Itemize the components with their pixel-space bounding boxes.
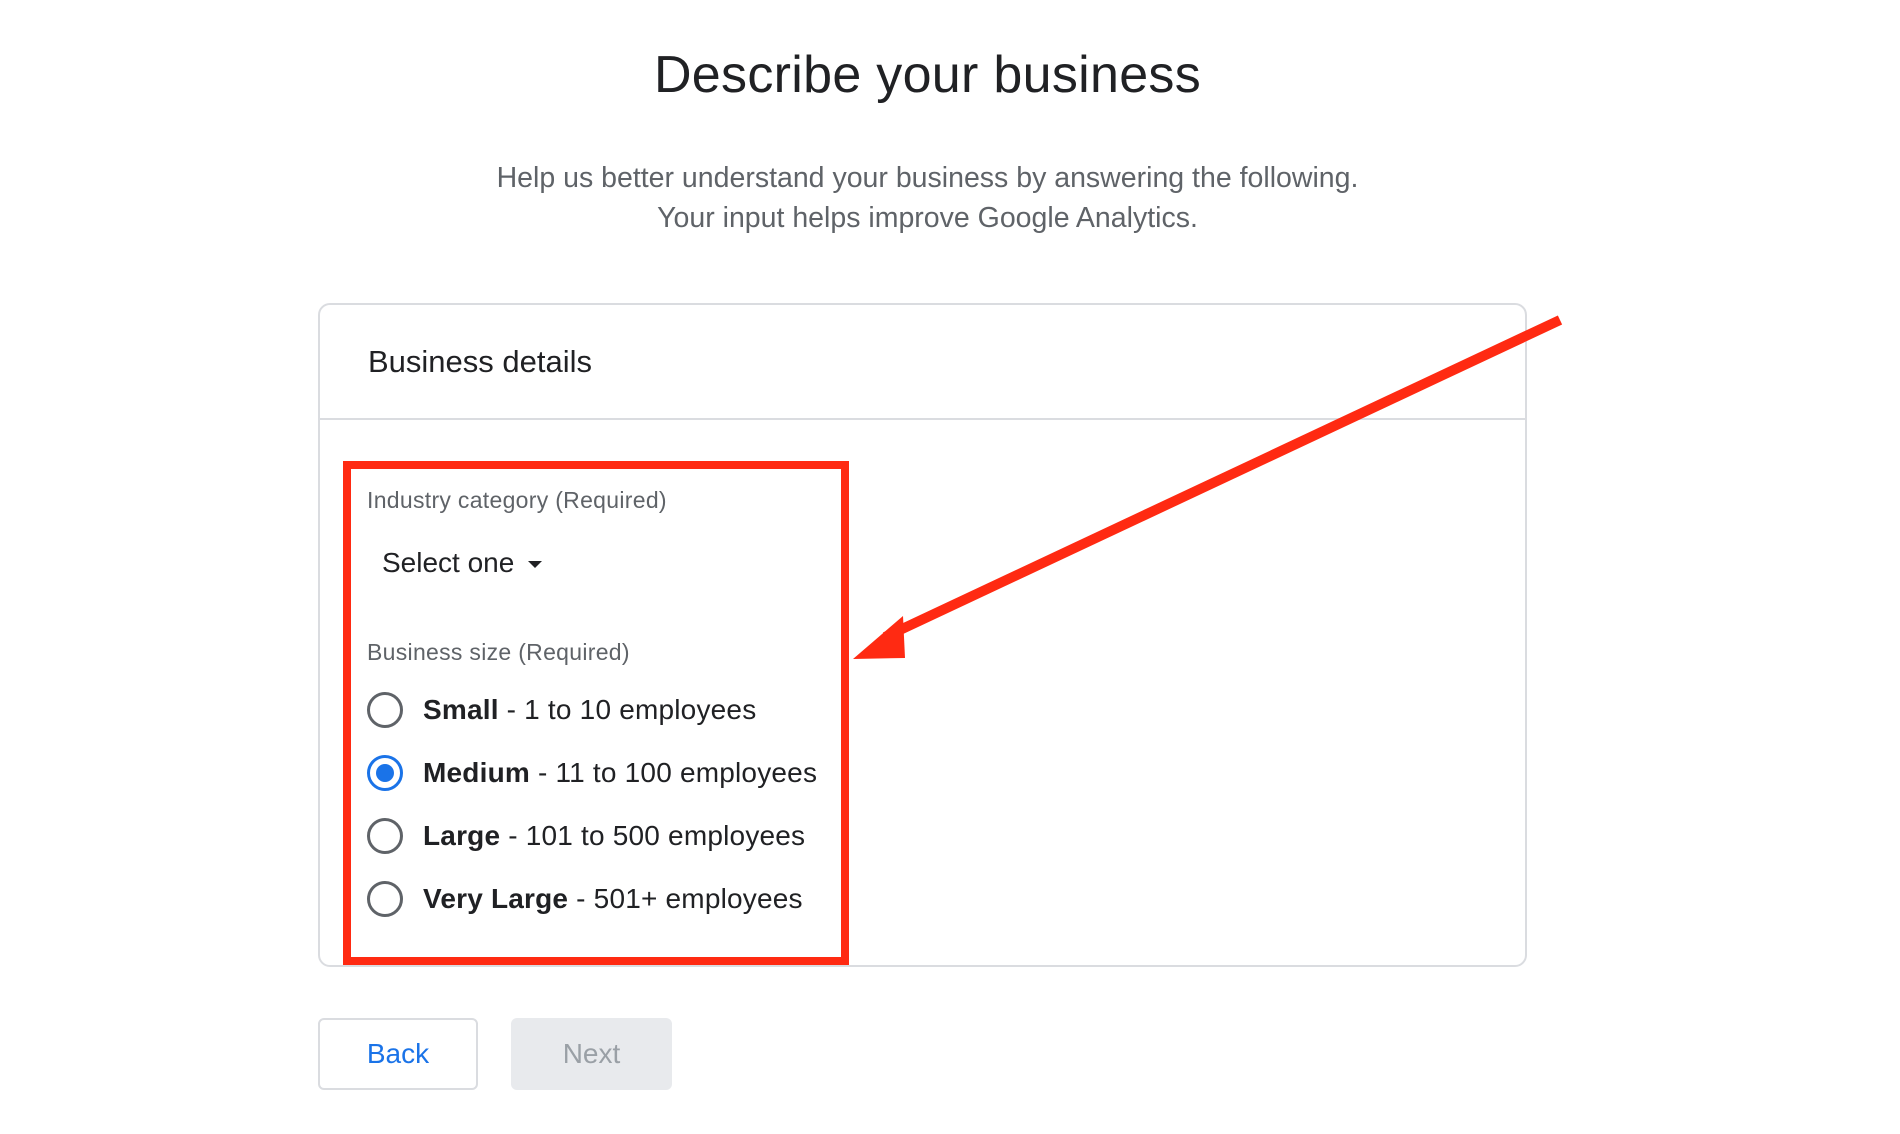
radio-option-label: Small - 1 to 10 employees — [423, 694, 756, 726]
radio-option-detail: - 501+ employees — [568, 883, 803, 914]
business-details-card: Business details — [318, 303, 1527, 967]
back-button[interactable]: Back — [318, 1018, 478, 1090]
radio-option-very-large[interactable]: Very Large - 501+ employees — [367, 877, 803, 921]
industry-category-select[interactable]: Select one — [382, 543, 543, 583]
card-header: Business details — [320, 305, 1525, 420]
industry-category-label: Industry category (Required) — [367, 487, 667, 513]
radio-button-icon[interactable] — [367, 692, 403, 728]
radio-option-label: Large - 101 to 500 employees — [423, 820, 805, 852]
radio-button-checked-icon[interactable] — [367, 755, 403, 791]
page-title: Describe your business — [653, 46, 1202, 104]
subtitle-line-1: Help us better understand your business … — [496, 162, 1359, 194]
page-subtitle: Help us better understand your business … — [0, 158, 1855, 238]
radio-option-name: Small — [423, 694, 499, 725]
radio-button-icon[interactable] — [367, 881, 403, 917]
radio-option-name: Large — [423, 820, 501, 851]
industry-category-value: Select one — [382, 547, 515, 578]
radio-option-small[interactable]: Small - 1 to 10 employees — [367, 688, 756, 732]
business-size-label: Business size (Required) — [367, 639, 630, 665]
subtitle-line-2: Your input helps improve Google Analytic… — [657, 202, 1198, 234]
radio-button-icon[interactable] — [367, 818, 403, 854]
radio-option-detail: - 1 to 10 employees — [498, 694, 757, 725]
radio-option-label: Very Large - 501+ employees — [423, 883, 803, 915]
radio-option-medium[interactable]: Medium - 11 to 100 employees — [367, 751, 817, 795]
radio-option-detail: - 101 to 500 employees — [500, 820, 806, 851]
radio-option-large[interactable]: Large - 101 to 500 employees — [367, 814, 805, 858]
dropdown-arrow-icon — [528, 560, 543, 568]
radio-option-detail: - 11 to 100 employees — [529, 757, 818, 788]
radio-option-name: Very Large — [423, 883, 569, 914]
radio-option-name: Medium — [423, 757, 530, 788]
next-button[interactable]: Next — [511, 1018, 672, 1090]
radio-option-label: Medium - 11 to 100 employees — [423, 757, 817, 789]
page: Describe your business Help us better un… — [0, 0, 1900, 1134]
